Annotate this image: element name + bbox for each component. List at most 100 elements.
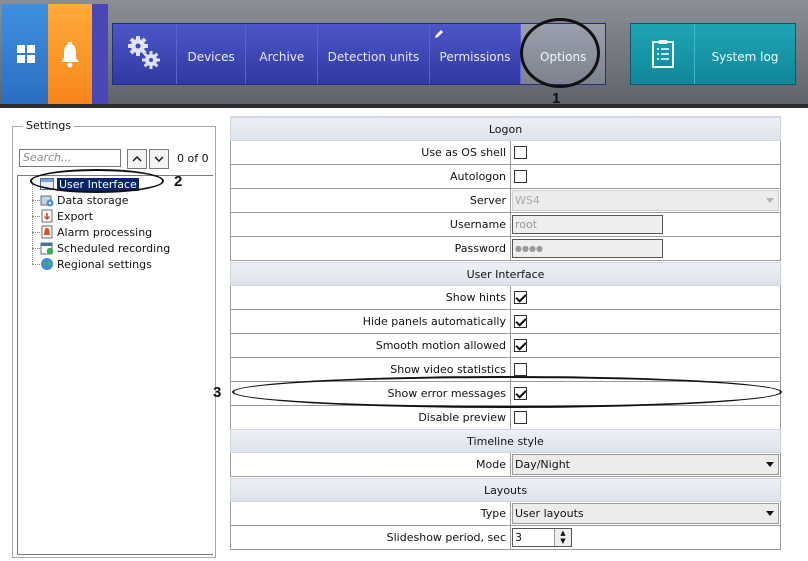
row-label: Server	[231, 189, 511, 212]
row-label: Show error messages	[231, 382, 511, 405]
show-video-statistics-checkbox[interactable]	[514, 363, 527, 376]
alarm-tile[interactable]	[48, 4, 92, 104]
autologon-checkbox[interactable]	[514, 170, 527, 183]
tab-permissions[interactable]: Permissions	[430, 24, 522, 84]
tree-item-label: Data storage	[57, 193, 129, 207]
row-layout-type: Type User layouts	[230, 502, 781, 526]
callout-1: 1	[552, 90, 561, 107]
section-title: User Interface	[466, 267, 545, 281]
tree-item-export[interactable]: Export	[40, 208, 93, 224]
hide-panels-checkbox[interactable]	[514, 315, 527, 328]
use-as-os-shell-checkbox[interactable]	[514, 146, 527, 159]
search-input[interactable]: Search...	[19, 149, 121, 167]
server-select-value: WS4	[515, 194, 540, 207]
tree-item-regional-settings[interactable]: Regional settings	[40, 256, 152, 272]
tab-options[interactable]: Options	[521, 24, 605, 84]
row-show-video-statistics: Show video statistics	[230, 358, 781, 382]
chevron-down-icon	[762, 191, 778, 210]
mode-select[interactable]: Day/Night	[512, 454, 779, 475]
section-header-user-interface: User Interface	[230, 262, 781, 286]
main-tab-bar: Devices Archive Detection units Permissi…	[112, 23, 606, 85]
top-bar: Devices Archive Detection units Permissi…	[0, 0, 808, 108]
windows-grid-icon	[16, 44, 36, 64]
username-field[interactable]: root	[512, 215, 663, 234]
slideshow-period-stepper[interactable]: 3 ▲ ▼	[512, 528, 572, 547]
row-password: Password ●●●●	[230, 237, 781, 261]
row-mode: Mode Day/Night	[230, 453, 781, 477]
search-placeholder: Search...	[23, 151, 72, 164]
section-title: Logon	[488, 122, 523, 136]
stepper-down-icon[interactable]: ▼	[555, 537, 571, 545]
settings-panel-title: Settings	[23, 119, 75, 132]
row-slideshow-period: Slideshow period, sec 3 ▲ ▼	[230, 526, 781, 550]
username-value: root	[515, 218, 538, 231]
callout-3: 3	[213, 384, 222, 401]
show-hints-checkbox[interactable]	[514, 291, 527, 304]
layout-type-value: User layouts	[515, 507, 584, 520]
clipboard-list-icon	[631, 24, 695, 84]
row-label: Hide panels automatically	[231, 310, 511, 333]
system-log-label: System log	[711, 50, 779, 64]
row-smooth-motion: Smooth motion allowed	[230, 334, 781, 358]
tree-item-alarm-processing[interactable]: Alarm processing	[40, 224, 152, 240]
export-icon	[40, 209, 54, 223]
tree-item-label: Regional settings	[57, 257, 152, 271]
windows-tile[interactable]	[2, 4, 48, 104]
tree-item-scheduled-recording[interactable]: Scheduled recording	[40, 240, 170, 256]
chevron-down-icon	[154, 153, 164, 166]
show-error-messages-checkbox[interactable]	[514, 387, 527, 400]
search-prev-button[interactable]	[127, 149, 147, 169]
row-label: Show video statistics	[231, 358, 511, 381]
stepper-up-icon[interactable]: ▲	[555, 529, 571, 537]
system-log-button[interactable]: System log	[630, 23, 796, 85]
section-header-timeline-style: Timeline style	[230, 429, 781, 453]
section-header-logon: Logon	[230, 117, 781, 141]
smooth-motion-checkbox[interactable]	[514, 339, 527, 352]
settings-tab[interactable]	[113, 24, 177, 84]
tab-devices-label: Devices	[187, 50, 235, 64]
mode-select-value: Day/Night	[515, 458, 570, 471]
settings-tree: User Interface Data storage Export Alarm…	[17, 175, 213, 555]
section-title: Timeline style	[467, 434, 544, 448]
tab-detection-units[interactable]: Detection units	[318, 24, 430, 84]
search-result-count: 0 of 0	[177, 152, 209, 165]
property-grid: Logon Use as OS shell Autologon Server W…	[230, 116, 781, 552]
bell-icon	[58, 42, 82, 68]
password-value: ●●●●	[515, 244, 543, 253]
row-server: Server WS4	[230, 189, 781, 213]
password-field[interactable]: ●●●●	[512, 239, 663, 258]
row-username: Username root	[230, 213, 781, 237]
tree-item-label: User Interface	[57, 177, 139, 191]
search-next-button[interactable]	[149, 149, 169, 169]
tab-permissions-label: Permissions	[439, 50, 511, 64]
row-show-hints: Show hints	[230, 286, 781, 310]
row-show-error-messages: Show error messages	[230, 382, 781, 406]
calendar-icon	[40, 241, 54, 255]
tab-devices[interactable]: Devices	[177, 24, 247, 84]
window-icon	[40, 177, 54, 191]
section-header-layouts: Layouts	[230, 478, 781, 502]
row-label: Slideshow period, sec	[231, 526, 511, 549]
tab-options-label: Options	[540, 50, 587, 64]
alarm-icon	[40, 225, 54, 239]
row-label: Mode	[231, 453, 511, 476]
row-label: Use as OS shell	[231, 141, 511, 164]
layout-type-select[interactable]: User layouts	[512, 503, 779, 524]
row-hide-panels: Hide panels automatically	[230, 310, 781, 334]
tree-item-data-storage[interactable]: Data storage	[40, 192, 129, 208]
tree-item-label: Alarm processing	[57, 225, 153, 239]
tree-item-label: Scheduled recording	[57, 241, 171, 255]
tree-item-user-interface[interactable]: User Interface	[40, 176, 139, 192]
tree-guide-line	[32, 184, 33, 264]
tab-detection-units-label: Detection units	[327, 50, 420, 64]
row-label: Username	[231, 213, 511, 236]
tab-archive[interactable]: Archive	[246, 24, 319, 84]
server-select[interactable]: WS4	[512, 190, 779, 211]
row-disable-preview: Disable preview	[230, 406, 781, 430]
slideshow-period-value: 3	[515, 531, 522, 544]
globe-icon	[40, 257, 54, 271]
disable-preview-checkbox[interactable]	[514, 411, 527, 424]
chevron-up-icon	[132, 153, 142, 166]
pencil-icon	[434, 28, 444, 42]
panel-strip	[92, 4, 108, 104]
